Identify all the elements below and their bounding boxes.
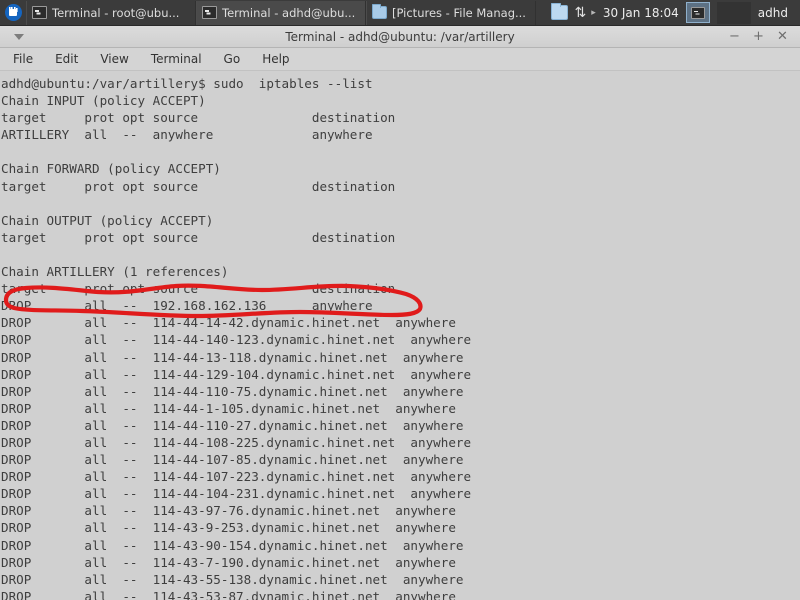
- taskbar-item-label: Terminal - root@ubu...: [52, 5, 180, 20]
- menu-terminal[interactable]: Terminal: [148, 51, 205, 67]
- terminal-line: DROP all -- 114-43-90-154.dynamic.hinet.…: [1, 537, 464, 553]
- folder-tray-icon[interactable]: [550, 3, 568, 20]
- terminal-line: Chain ARTILLERY (1 references): [1, 264, 229, 280]
- menu-view[interactable]: View: [97, 51, 131, 67]
- menu-go[interactable]: Go: [221, 51, 244, 67]
- menu-help[interactable]: Help: [259, 51, 292, 67]
- folder-icon: [372, 4, 387, 19]
- start-menu-button[interactable]: [0, 0, 26, 26]
- network-updown-icon[interactable]: ⇅: [575, 6, 587, 20]
- window-title: Terminal - adhd@ubuntu: /var/artillery: [285, 29, 515, 44]
- tray-expand-caret-icon[interactable]: ▸: [591, 8, 596, 18]
- terminal-line: target prot opt source destination: [1, 178, 396, 194]
- window-menu-caret-icon[interactable]: [14, 33, 24, 40]
- terminal-line: DROP all -- 192.168.162.136 anywhere: [1, 298, 373, 314]
- terminal-line: DROP all -- 114-44-129-104.dynamic.hinet…: [1, 366, 472, 382]
- terminal-icon: [690, 6, 705, 19]
- menu-bar: File Edit View Terminal Go Help: [0, 48, 800, 71]
- taskbar-item-label: Terminal - adhd@ubu...: [222, 5, 356, 20]
- terminal-line: DROP all -- 114-44-13-118.dynamic.hinet.…: [1, 349, 464, 365]
- maximize-button[interactable]: +: [753, 30, 764, 43]
- menu-edit[interactable]: Edit: [52, 51, 81, 67]
- username-label[interactable]: adhd: [758, 6, 796, 20]
- close-button[interactable]: ✕: [777, 30, 788, 43]
- terminal-text: adhd@ubuntu:/var/artillery$ sudo iptable…: [1, 75, 800, 600]
- terminal-window: Terminal - adhd@ubuntu: /var/artillery −…: [0, 26, 800, 600]
- terminal-line: DROP all -- 114-43-55-138.dynamic.hinet.…: [1, 571, 464, 587]
- terminal-line: DROP all -- 114-43-9-253.dynamic.hinet.n…: [1, 520, 456, 536]
- terminal-line: DROP all -- 114-44-107-85.dynamic.hinet.…: [1, 452, 464, 468]
- taskbar-item-terminal-adhd[interactable]: Terminal - adhd@ubu...: [196, 0, 366, 25]
- taskbar-item-terminal-root[interactable]: Terminal - root@ubu...: [26, 0, 196, 25]
- terminal-line: DROP all -- 114-44-1-105.dynamic.hinet.n…: [1, 400, 456, 416]
- terminal-line: DROP all -- 114-43-7-190.dynamic.hinet.n…: [1, 554, 456, 570]
- tray-empty-slot: [716, 1, 751, 24]
- terminal-output-area[interactable]: adhd@ubuntu:/var/artillery$ sudo iptable…: [0, 71, 800, 600]
- terminal-line: DROP all -- 114-44-110-75.dynamic.hinet.…: [1, 383, 464, 399]
- terminal-line: Chain FORWARD (policy ACCEPT): [1, 161, 221, 177]
- terminal-line: DROP all -- 114-44-108-225.dynamic.hinet…: [1, 434, 472, 450]
- tray-terminal-button[interactable]: [685, 2, 710, 23]
- taskbar-item-file-manager[interactable]: [Pictures - File Manag...: [366, 0, 536, 25]
- terminal-line: DROP all -- 114-43-97-76.dynamic.hinet.n…: [1, 503, 456, 519]
- terminal-line: target prot opt source destination: [1, 229, 396, 245]
- terminal-line: DROP all -- 114-44-14-42.dynamic.hinet.n…: [1, 315, 456, 331]
- taskbar: Terminal - root@ubu... Terminal - adhd@u…: [0, 0, 800, 26]
- taskbar-item-label: [Pictures - File Manag...: [392, 5, 526, 20]
- terminal-icon: [32, 6, 47, 19]
- terminal-line: target prot opt source destination: [1, 281, 396, 297]
- whisker-menu-icon: [4, 4, 22, 21]
- window-titlebar[interactable]: Terminal - adhd@ubuntu: /var/artillery −…: [0, 26, 800, 48]
- minimize-button[interactable]: −: [729, 30, 740, 43]
- terminal-line: adhd@ubuntu:/var/artillery$ sudo iptable…: [1, 76, 373, 91]
- terminal-line: DROP all -- 114-43-53-87.dynamic.hinet.n…: [1, 588, 456, 600]
- terminal-line: DROP all -- 114-44-104-231.dynamic.hinet…: [1, 486, 472, 502]
- terminal-line: Chain OUTPUT (policy ACCEPT): [1, 212, 214, 228]
- terminal-line: DROP all -- 114-44-107-223.dynamic.hinet…: [1, 469, 472, 485]
- system-tray: ⇅ ▸ 30 Jan 18:04 adhd: [550, 1, 800, 24]
- terminal-line: target prot opt source destination: [1, 110, 396, 126]
- terminal-line: Chain INPUT (policy ACCEPT): [1, 93, 206, 109]
- terminal-line: DROP all -- 114-44-140-123.dynamic.hinet…: [1, 332, 472, 348]
- window-controls: − + ✕: [729, 30, 800, 43]
- terminal-line: DROP all -- 114-44-110-27.dynamic.hinet.…: [1, 417, 464, 433]
- terminal-line: ARTILLERY all -- anywhere anywhere: [1, 127, 373, 143]
- menu-file[interactable]: File: [10, 51, 36, 67]
- clock[interactable]: 30 Jan 18:04: [603, 6, 679, 20]
- terminal-icon: [202, 6, 217, 19]
